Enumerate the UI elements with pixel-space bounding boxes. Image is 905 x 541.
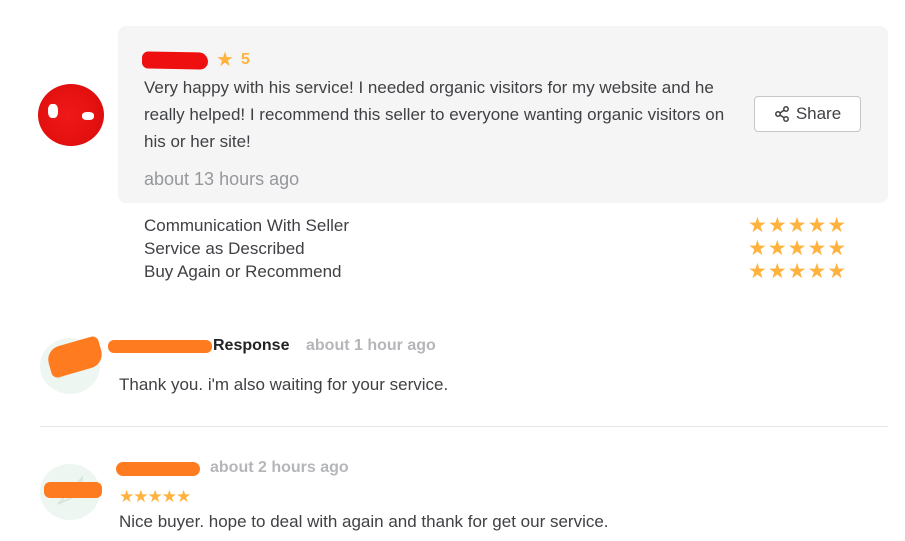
review-time: about 13 hours ago <box>144 169 300 189</box>
buyer-name-redacted <box>116 462 200 476</box>
share-label: Share <box>795 104 842 123</box>
buyer-review-text: Nice buyer. hope to deal with again and … <box>119 512 609 531</box>
criteria-label: Communication With Seller <box>144 216 350 235</box>
criteria-stars: ★★★★★ <box>748 237 848 260</box>
criteria-stars: ★★★★★ <box>748 260 848 283</box>
rating-star-icon: ★ <box>216 49 234 71</box>
buyer-review-time: about 2 hours ago <box>210 459 349 476</box>
response-text: Thank you. i'm also waiting for your ser… <box>119 375 449 394</box>
criteria-label: Service as Described <box>144 239 305 258</box>
criteria-stars: ★★★★★ <box>748 214 848 237</box>
seller-name-redacted <box>108 340 212 353</box>
share-button[interactable]: Share <box>754 96 861 132</box>
buyer-rating-stars: ★★★★★ <box>119 487 191 506</box>
buyer-avatar-redacted <box>44 482 102 498</box>
reviewer-avatar[interactable] <box>38 84 104 146</box>
share-icon <box>774 106 789 122</box>
rating-value: 5 <box>241 51 250 68</box>
review-text: Very happy with his service! I needed or… <box>144 78 725 151</box>
criteria-label: Buy Again or Recommend <box>144 262 342 281</box>
response-label: Response <box>213 337 290 354</box>
response-time: about 1 hour ago <box>306 337 436 354</box>
reviewer-name-redacted <box>141 51 209 70</box>
divider <box>40 426 888 427</box>
